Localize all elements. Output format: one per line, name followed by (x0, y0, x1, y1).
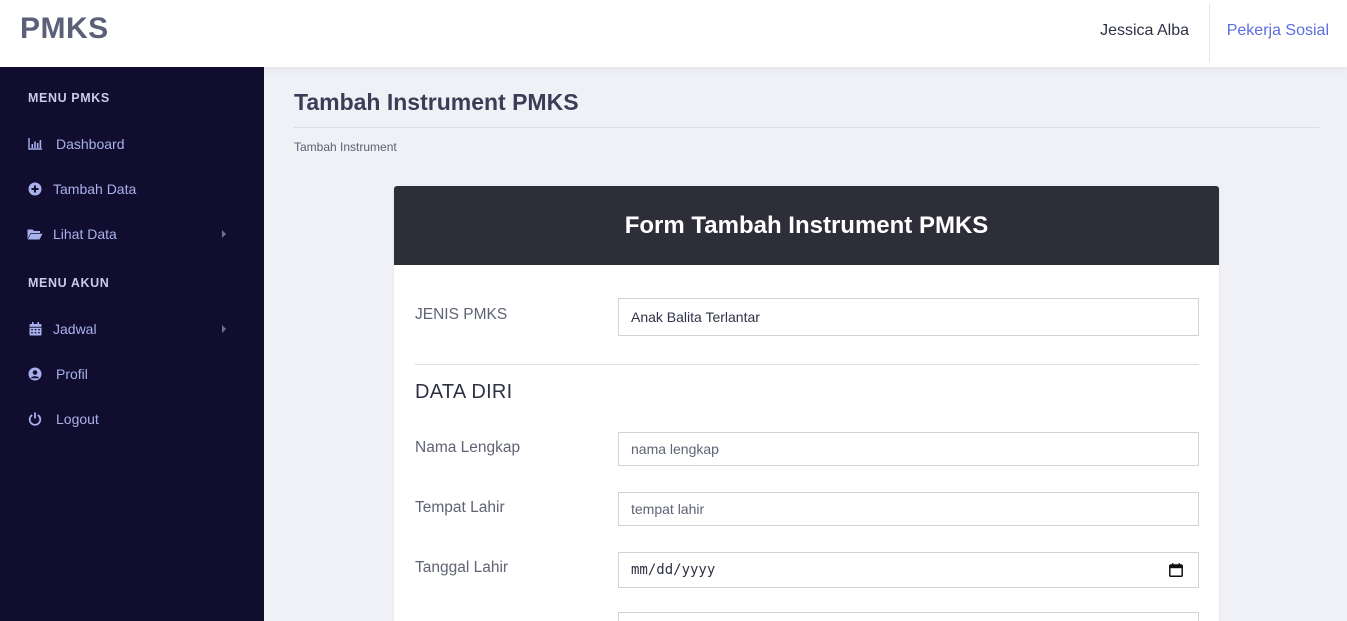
page-title: Tambah Instrument PMKS (294, 89, 579, 115)
tempat-lahir-input[interactable]: tempat lahir (618, 492, 1199, 526)
jenis-pmks-label: JENIS PMKS (415, 306, 508, 323)
chevron-right-icon (222, 230, 226, 238)
sidebar-item-profil[interactable]: Profil (0, 357, 264, 393)
plus-circle-icon (27, 181, 43, 197)
brand-logo[interactable]: PMKS (20, 12, 109, 46)
tanggal-lahir-input[interactable]: mm/dd/yyyy (618, 552, 1199, 588)
section-title-data-diri: DATA DIRI (415, 381, 513, 403)
nama-lengkap-label: Nama Lengkap (415, 439, 521, 456)
sidebar-item-logout[interactable]: Logout (0, 402, 264, 438)
power-icon (27, 411, 43, 427)
tanggal-lahir-label: Tanggal Lahir (415, 559, 509, 576)
sidebar: MENU PMKS Dashboard Tambah Data Lihat Da… (0, 67, 264, 621)
user-circle-icon (27, 366, 43, 382)
calendar-icon (27, 321, 43, 337)
sidebar-item-tambah-data[interactable]: Tambah Data (0, 172, 264, 208)
sidebar-item-dashboard[interactable]: Dashboard (0, 127, 264, 163)
jenis-pmks-field[interactable]: Anak Balita Terlantar (618, 298, 1199, 336)
bar-chart-icon (27, 136, 43, 152)
tanggal-lahir-placeholder: mm/dd/yyyy (631, 562, 716, 578)
sidebar-item-label: Tambah Data (53, 181, 137, 197)
sidebar-section-title: MENU AKUN (28, 276, 110, 290)
nama-lengkap-placeholder: nama lengkap (631, 441, 719, 457)
form-card-header: Form Tambah Instrument PMKS (394, 186, 1219, 265)
top-navbar: PMKS Jessica Alba Pekerja Sosial (0, 0, 1347, 67)
form-title: Form Tambah Instrument PMKS (624, 211, 989, 239)
sidebar-item-lihat-data[interactable]: Lihat Data (0, 217, 264, 253)
breadcrumb[interactable]: Tambah Instrument (294, 140, 397, 154)
sidebar-item-jadwal[interactable]: Jadwal (0, 312, 264, 348)
folder-open-icon (27, 226, 43, 242)
chevron-right-icon (222, 325, 226, 333)
sidebar-item-label: Logout (56, 411, 99, 427)
sidebar-item-label: Profil (56, 366, 88, 382)
navbar-divider (1209, 4, 1210, 62)
calendar-picker-icon[interactable] (1169, 563, 1183, 577)
nama-lengkap-input[interactable]: nama lengkap (618, 432, 1199, 466)
sidebar-section-title: MENU PMKS (28, 91, 110, 105)
next-field-input[interactable] (618, 612, 1199, 621)
title-divider (294, 127, 1319, 128)
sidebar-item-label: Dashboard (56, 136, 125, 152)
tempat-lahir-placeholder: tempat lahir (631, 501, 705, 517)
sidebar-item-label: Lihat Data (53, 226, 117, 242)
main-content: Tambah Instrument PMKS Tambah Instrument… (264, 67, 1347, 621)
form-card: Form Tambah Instrument PMKS JENIS PMKS A… (394, 186, 1219, 621)
user-role-link[interactable]: Pekerja Sosial (1227, 22, 1329, 40)
tempat-lahir-label: Tempat Lahir (415, 499, 505, 516)
section-divider (415, 364, 1199, 365)
user-name[interactable]: Jessica Alba (1100, 22, 1189, 40)
jenis-pmks-value: Anak Balita Terlantar (631, 309, 760, 325)
sidebar-item-label: Jadwal (53, 321, 97, 337)
